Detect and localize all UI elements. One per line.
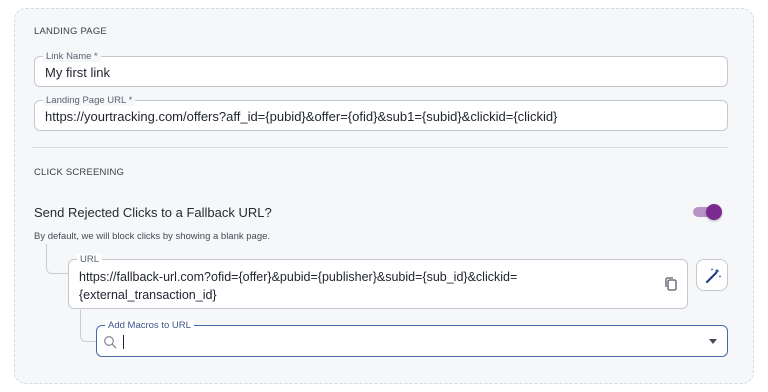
search-icon	[103, 335, 117, 354]
link-name-field[interactable]: Link Name * My first link	[34, 51, 728, 87]
link-name-value: My first link	[45, 65, 110, 80]
fallback-help-text: By default, we will block clicks by show…	[34, 231, 271, 242]
fallback-toggle-label: Send Rejected Clicks to a Fallback URL?	[34, 205, 272, 220]
fallback-url-field[interactable]: URL https://fallback-url.com?ofid={offer…	[68, 254, 688, 309]
fallback-url-label: URL	[77, 254, 103, 265]
add-macros-input[interactable]	[127, 332, 687, 352]
section-title-click-screening: CLICK SCREENING	[34, 167, 125, 178]
fallback-toggle[interactable]	[692, 204, 722, 220]
chevron-down-icon[interactable]	[709, 339, 717, 344]
add-macros-label: Add Macros to URL	[105, 320, 194, 331]
tree-connector	[80, 310, 96, 342]
magic-wand-button[interactable]	[696, 259, 728, 291]
toggle-thumb	[706, 204, 722, 220]
landing-url-value: https://yourtracking.com/offers?aff_id={…	[45, 109, 558, 124]
link-name-label: Link Name *	[43, 51, 101, 62]
fallback-url-value: https://fallback-url.com?ofid={offer}&pu…	[79, 270, 518, 302]
tree-connector	[46, 244, 68, 274]
text-caret	[123, 335, 124, 349]
section-divider	[32, 147, 728, 148]
add-macros-select[interactable]: Add Macros to URL	[96, 320, 728, 357]
section-title-landing-page: LANDING PAGE	[34, 26, 107, 37]
landing-url-label: Landing Page URL *	[43, 95, 136, 106]
landing-url-field[interactable]: Landing Page URL * https://yourtracking.…	[34, 95, 728, 131]
copy-icon[interactable]	[663, 276, 679, 292]
